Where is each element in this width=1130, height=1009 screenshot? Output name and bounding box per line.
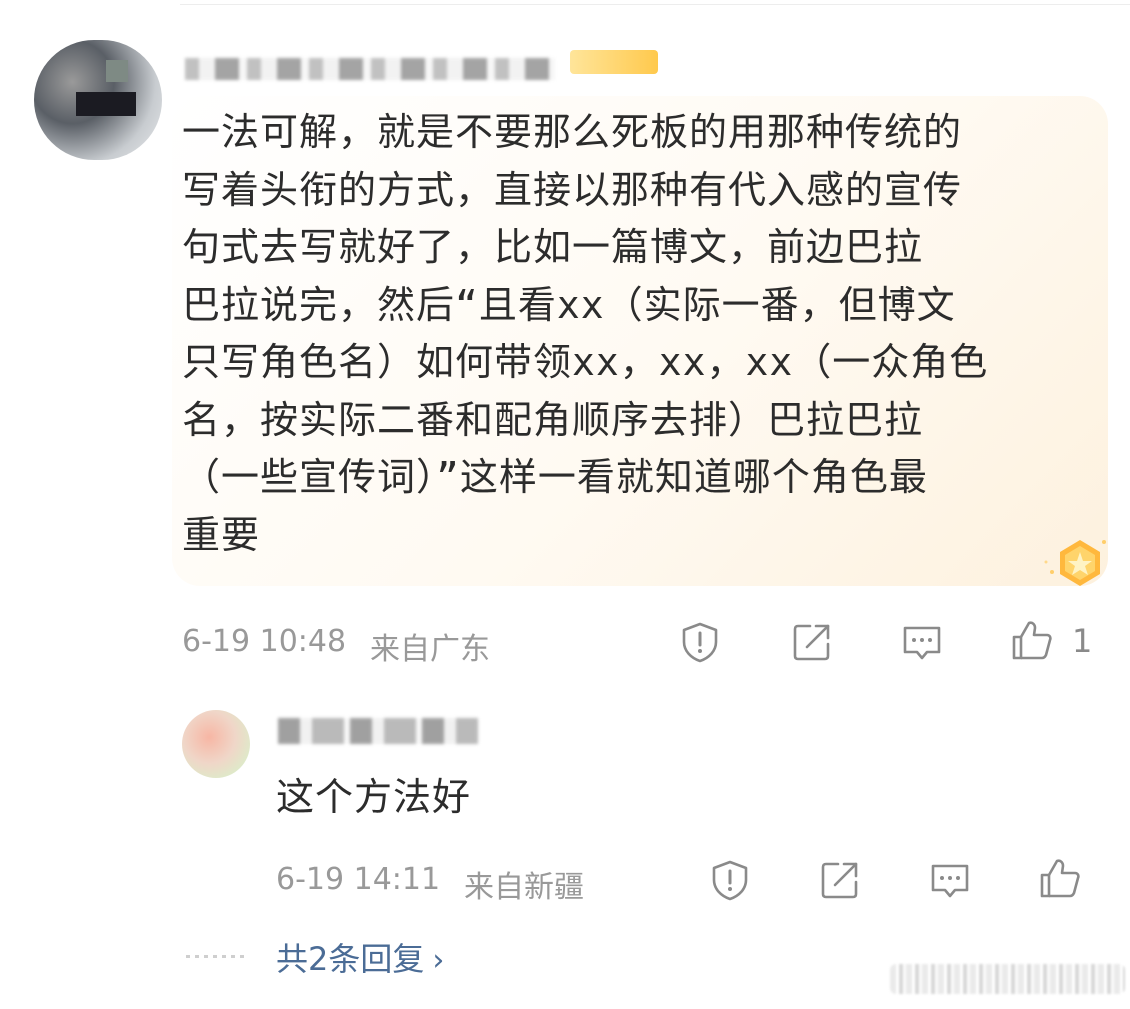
reply-repost-icon[interactable] [818, 858, 862, 902]
more-replies-label: 共2条回复 [276, 940, 425, 978]
comment-icon[interactable] [900, 620, 944, 664]
reply-username-blurred[interactable] [278, 718, 478, 744]
comment-time: 6-19 10:48 [182, 624, 347, 659]
vip-badge [570, 50, 658, 74]
top-divider [180, 4, 1130, 5]
avatar[interactable] [34, 40, 162, 160]
medal-icon [1040, 532, 1112, 592]
watermark-blurred [890, 964, 1125, 994]
report-icon[interactable] [678, 620, 722, 664]
repost-icon[interactable] [790, 620, 834, 664]
like-icon[interactable] [1010, 618, 1054, 662]
like-count: 1 [1072, 622, 1093, 660]
reply-report-icon[interactable] [708, 858, 752, 902]
more-replies-link[interactable]: 共2条回复 › [276, 934, 444, 980]
username-blurred[interactable] [185, 58, 555, 80]
reply-time: 6-19 14:11 [276, 862, 441, 897]
comment-location: 来自广东 [370, 632, 490, 667]
reply-like-icon[interactable] [1038, 856, 1082, 900]
reply-avatar[interactable] [182, 710, 250, 778]
thread-dots [186, 955, 246, 958]
reply-location: 来自新疆 [464, 870, 584, 905]
comment-text: 一法可解，就是不要那么死板的用那种传统的 写着头衔的方式，直接以那种有代入感的宣… [182, 110, 989, 557]
reply-comment-icon[interactable] [928, 858, 972, 902]
chevron-right-icon: › [432, 943, 445, 978]
reply-text: 这个方法好 [276, 775, 472, 819]
